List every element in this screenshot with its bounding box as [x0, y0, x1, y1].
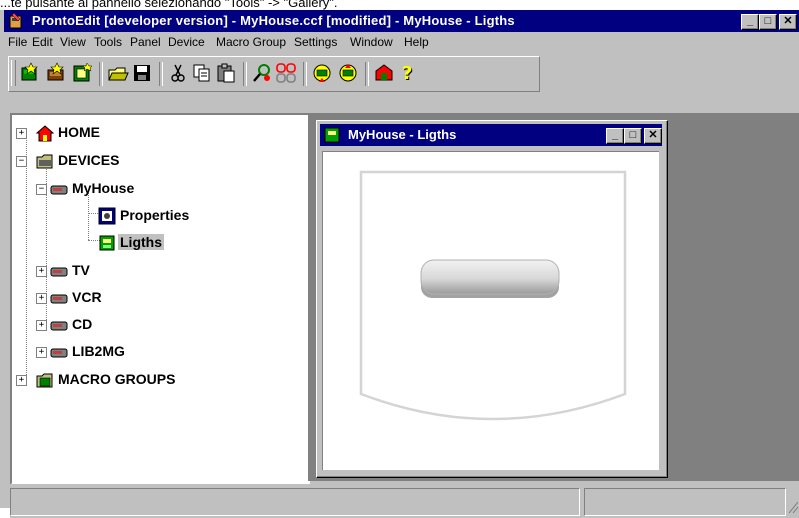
toolbar-separator	[243, 62, 247, 86]
status-pane-main	[10, 488, 580, 516]
tree-label: HOME	[58, 124, 100, 140]
collapse-button[interactable]: −	[36, 184, 47, 195]
menu-bar: File Edit View Tools Panel Device Macro …	[4, 32, 799, 52]
main-titlebar[interactable]: ProntoEdit [developer version] - MyHouse…	[4, 10, 799, 32]
properties-icon[interactable]	[251, 62, 273, 84]
home-icon	[36, 125, 54, 142]
menu-tools[interactable]: Tools	[94, 35, 122, 49]
upload-icon[interactable]	[337, 62, 359, 84]
toolbar: ??	[8, 56, 540, 92]
tree-item-myhouse[interactable]: − MyHouse	[36, 179, 236, 199]
expand-button[interactable]: +	[36, 320, 47, 331]
tree-label: CD	[72, 316, 93, 332]
panel-window-titlebar[interactable]: MyHouse - Ligths _ □ ✕	[320, 124, 662, 146]
app-icon	[9, 13, 22, 29]
panel-icon	[99, 235, 115, 251]
menu-settings[interactable]: Settings	[294, 35, 337, 49]
properties-icon	[98, 207, 116, 225]
device-tree[interactable]: + HOME − DEVICES − MyHouse Properties Li…	[10, 113, 310, 485]
new-frame-icon[interactable]	[71, 62, 93, 84]
panel-button[interactable]	[417, 256, 563, 302]
tree-item-lib2mg[interactable]: + LIB2MG	[36, 342, 236, 362]
tree-label: VCR	[72, 289, 102, 305]
tree-item-ligths[interactable]: Ligths	[98, 233, 298, 253]
tree-label: MyHouse	[72, 180, 135, 196]
expand-button[interactable]: +	[36, 347, 47, 358]
panel-window-ligths[interactable]: MyHouse - Ligths _ □ ✕	[316, 120, 668, 478]
save-icon[interactable]	[131, 62, 153, 84]
tree-item-vcr[interactable]: + VCR	[36, 288, 236, 308]
menu-device[interactable]: Device	[168, 35, 205, 49]
panel-icon	[324, 127, 340, 143]
tree-item-macro-groups[interactable]: + MACRO GROUPS	[16, 370, 276, 390]
svg-text:?: ?	[402, 63, 412, 84]
close-button[interactable]: ✕	[779, 14, 797, 30]
copy-icon[interactable]	[191, 62, 213, 84]
menu-file[interactable]: File	[8, 35, 27, 49]
menu-macro-group[interactable]: Macro Group	[216, 35, 286, 49]
download-icon[interactable]	[311, 62, 333, 84]
toolbar-separator	[365, 62, 369, 86]
resize-grip-icon[interactable]	[787, 498, 799, 514]
status-pane-secondary	[584, 488, 786, 516]
toolbar-separator	[159, 62, 163, 86]
tree-label: MACRO GROUPS	[58, 371, 176, 387]
emulator-icon[interactable]	[373, 62, 395, 84]
panel-canvas[interactable]	[322, 151, 659, 470]
cut-icon[interactable]	[167, 62, 189, 84]
tree-label: Properties	[120, 207, 190, 223]
panel-maximize-button[interactable]: □	[624, 128, 642, 144]
device-icon	[50, 267, 68, 277]
tree-item-cd[interactable]: + CD	[36, 315, 236, 335]
new-panel-icon[interactable]	[45, 62, 67, 84]
window-title: ProntoEdit [developer version] - MyHouse…	[32, 13, 515, 28]
expand-button[interactable]: +	[16, 375, 27, 386]
gallery-icon[interactable]	[275, 62, 297, 84]
toolbar-grip[interactable]	[11, 60, 16, 86]
folder-icon	[36, 154, 53, 169]
device-icon	[50, 321, 68, 331]
menu-edit[interactable]: Edit	[32, 35, 53, 49]
device-icon	[50, 294, 68, 304]
device-icon	[50, 185, 68, 195]
expand-button[interactable]: +	[36, 293, 47, 304]
minimize-button[interactable]: _	[741, 14, 759, 30]
toolbar-separator	[303, 62, 307, 86]
paste-icon[interactable]	[215, 62, 237, 84]
tree-label: TV	[72, 262, 90, 278]
toolbar-separator	[99, 62, 103, 86]
panel-window-title: MyHouse - Ligths	[348, 127, 457, 142]
tree-item-home[interactable]: + HOME	[16, 123, 216, 143]
remote-panel-shape	[359, 170, 627, 421]
status-bar	[10, 484, 799, 518]
tree-label: DEVICES	[58, 152, 120, 168]
panel-minimize-button[interactable]: _	[606, 128, 624, 144]
maximize-button[interactable]: □	[759, 14, 777, 30]
macro-folder-icon	[36, 373, 53, 388]
device-icon	[50, 348, 68, 358]
tree-label: LIB2MG	[72, 343, 125, 359]
tree-label-selected: Ligths	[118, 234, 164, 250]
menu-window[interactable]: Window	[350, 35, 393, 49]
tree-item-properties[interactable]: Properties	[98, 206, 298, 226]
panel-close-button[interactable]: ✕	[644, 128, 662, 144]
open-icon[interactable]	[107, 62, 129, 84]
expand-button[interactable]: +	[36, 266, 47, 277]
prontoedit-window: ProntoEdit [developer version] - MyHouse…	[0, 10, 799, 518]
menu-panel[interactable]: Panel	[130, 35, 161, 49]
menu-view[interactable]: View	[60, 35, 86, 49]
tree-item-devices[interactable]: − DEVICES	[16, 151, 216, 171]
collapse-button[interactable]: −	[16, 156, 27, 167]
new-device-icon[interactable]	[19, 62, 41, 84]
menu-help[interactable]: Help	[404, 35, 429, 49]
help-icon[interactable]: ??	[397, 62, 419, 84]
tree-item-tv[interactable]: + TV	[36, 261, 236, 281]
expand-button[interactable]: +	[16, 128, 27, 139]
